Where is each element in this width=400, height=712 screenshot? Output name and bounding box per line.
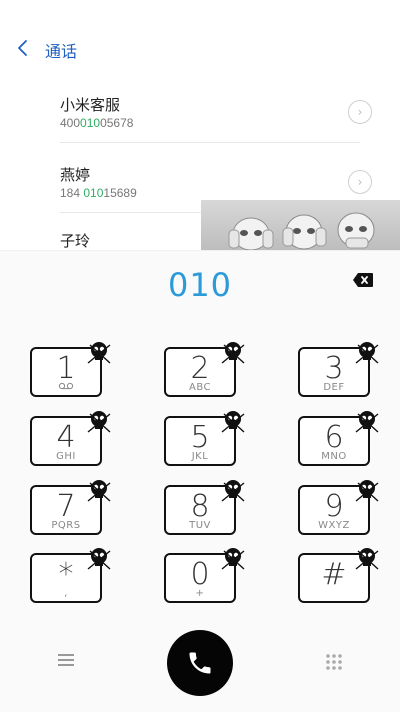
divider: [60, 142, 360, 143]
skull-icon: [86, 408, 112, 434]
app-header: 通话: [0, 0, 400, 92]
skull-icon: [220, 545, 246, 571]
contact-name: 燕婷: [60, 166, 91, 184]
dial-key-4[interactable]: 4 GHI: [30, 411, 111, 466]
key-letters: MNO: [321, 451, 347, 462]
dial-key-2[interactable]: 2 ABC: [164, 342, 245, 397]
keypad-icon[interactable]: [324, 652, 344, 672]
skull-icon: [220, 339, 246, 365]
skull-icon: [354, 408, 380, 434]
dial-key-1[interactable]: 1: [30, 342, 111, 397]
back-arrow-icon[interactable]: [14, 36, 34, 60]
key-letters: +: [195, 588, 205, 599]
phone-icon: [189, 652, 211, 674]
dial-key-8[interactable]: 8 TUV: [164, 480, 245, 535]
skull-icon: [86, 477, 112, 503]
skull-icon: [354, 545, 380, 571]
dial-key-7[interactable]: 7 PQRS: [30, 480, 111, 535]
call-button[interactable]: [167, 630, 233, 696]
dial-key-3[interactable]: 3 DEF: [298, 342, 379, 397]
three-skulls-icon: [228, 212, 375, 250]
key-letters: PQRS: [51, 520, 81, 531]
key-letters: ,: [64, 588, 68, 599]
dial-key-9[interactable]: 9 WXYZ: [298, 480, 379, 535]
voicemail-icon: [32, 382, 100, 393]
contact-detail-chevron-icon[interactable]: ›: [348, 100, 372, 124]
key-letters: WXYZ: [318, 520, 350, 531]
contact-row[interactable]: 小米客服 40001005678 ›: [60, 84, 372, 142]
contact-name: 小米客服: [60, 96, 121, 114]
menu-icon[interactable]: [56, 652, 76, 668]
page-title: 通话: [45, 42, 78, 61]
backspace-icon[interactable]: [352, 272, 374, 288]
key-letters: DEF: [323, 382, 345, 393]
contact-detail-chevron-icon[interactable]: ›: [348, 170, 372, 194]
skull-icon: [354, 477, 380, 503]
key-letters: GHI: [56, 451, 76, 462]
contact-number: 184 01015689: [60, 186, 137, 200]
key-letters: TUV: [189, 520, 211, 531]
dial-key-hash[interactable]: #: [298, 548, 379, 603]
key-letters: ABC: [188, 382, 211, 393]
key-letters: JKL: [191, 451, 209, 462]
dial-key-0[interactable]: 0 +: [164, 548, 245, 603]
dial-input-display: 010: [167, 266, 233, 304]
skull-icon: [86, 339, 112, 365]
skull-icon: [220, 408, 246, 434]
skull-banner-image: [201, 200, 400, 250]
skull-icon: [220, 477, 246, 503]
dial-key-5[interactable]: 5 JKL: [164, 411, 245, 466]
skull-icon: [86, 545, 112, 571]
dial-key-star[interactable]: *,: [30, 548, 111, 603]
dial-key-6[interactable]: 6 MNO: [298, 411, 379, 466]
contact-name: 子玲: [60, 232, 91, 250]
contact-number: 40001005678: [60, 116, 134, 130]
skull-icon: [354, 339, 380, 365]
